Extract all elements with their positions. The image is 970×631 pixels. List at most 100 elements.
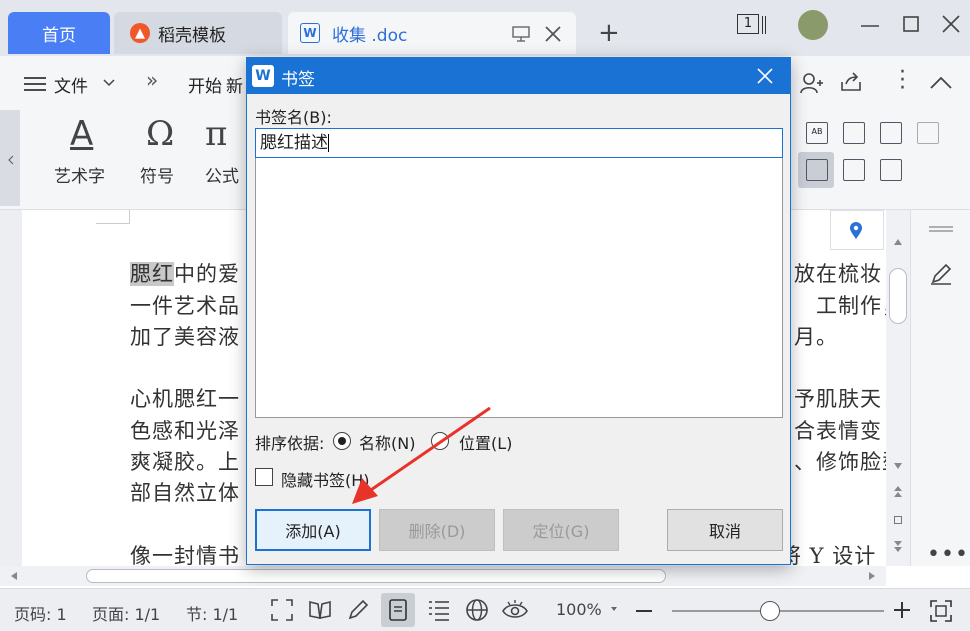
outline-view-icon[interactable] — [428, 599, 450, 621]
hamburger-menu-icon[interactable] — [24, 76, 46, 92]
vertical-scroll-thumb[interactable] — [889, 268, 907, 324]
pane-handle-icon[interactable] — [929, 225, 953, 233]
zoom-slider-knob[interactable] — [760, 601, 780, 621]
more-options-icon[interactable]: · · · — [899, 62, 906, 100]
location-pin-icon — [850, 222, 862, 239]
tab-home[interactable]: 首页 — [8, 12, 110, 54]
more-pane-icon[interactable]: ••• — [927, 542, 969, 567]
eye-protection-icon[interactable] — [502, 598, 528, 622]
add-button[interactable]: 添加(A) — [255, 509, 371, 551]
scroll-left-icon[interactable] — [10, 571, 18, 581]
menu-more[interactable]: » — [146, 68, 158, 92]
document-left-gutter — [0, 210, 22, 566]
doc-line-right: 将 Y 设计 — [780, 544, 877, 566]
multi-window-icon — [762, 16, 766, 34]
vertical-scrollbar[interactable] — [886, 210, 910, 566]
collapse-ribbon-icon[interactable] — [930, 76, 952, 90]
bookmark-name-input[interactable]: 腮红描述 — [255, 128, 783, 158]
doc-line-left: 像一封情书 — [130, 544, 240, 566]
undo-field-icon[interactable] — [843, 159, 865, 181]
bookmark-list[interactable] — [255, 158, 783, 418]
delete-button[interactable]: 删除(D) — [379, 509, 495, 551]
ribbon-formula[interactable]: 公式 — [205, 162, 239, 187]
chevron-left-icon — [8, 155, 14, 165]
fit-window-icon[interactable] — [930, 600, 952, 622]
frame-icon[interactable] — [806, 159, 828, 181]
lock-field-icon[interactable] — [880, 159, 902, 181]
prev-page-icon[interactable] — [893, 485, 903, 499]
status-bar: 页码: 1 页面: 1/1 节: 1/1 100% — [0, 588, 970, 631]
scroll-down-icon[interactable] — [893, 462, 903, 470]
page-view-icon[interactable] — [388, 599, 408, 621]
highlighted-text: 腮红 — [130, 262, 174, 286]
pen-icon[interactable] — [929, 262, 953, 286]
close-window-icon[interactable] — [942, 15, 960, 33]
doc-line-left: 中的爱 — [174, 262, 240, 286]
select-browse-icon[interactable] — [894, 516, 902, 524]
zoom-level[interactable]: 100% — [556, 600, 602, 619]
add-user-icon[interactable] — [800, 72, 824, 94]
menu-file[interactable]: 文件 — [54, 72, 88, 97]
daoke-logo-icon: ▲ — [130, 23, 150, 43]
sort-label: 排序依据: — [255, 434, 325, 453]
doc-line-right: 工制作， — [816, 294, 886, 318]
cancel-button[interactable]: 取消 — [667, 509, 783, 551]
dialog-close-icon[interactable] — [757, 68, 773, 84]
edit-pen-icon[interactable] — [346, 598, 370, 622]
wordart-icon[interactable]: A — [70, 114, 93, 154]
read-mode-icon[interactable] — [308, 598, 332, 622]
status-section[interactable]: 节: 1/1 — [186, 601, 238, 625]
annotation-arrow-icon — [352, 406, 491, 504]
doc-line-right: 予肌肤天 — [794, 387, 882, 411]
scroll-up-icon[interactable] — [893, 238, 903, 246]
fullscreen-icon[interactable] — [270, 598, 294, 622]
maximize-icon[interactable] — [903, 16, 919, 32]
minimize-icon[interactable] — [861, 24, 879, 28]
web-view-icon[interactable] — [465, 598, 489, 622]
menu-new[interactable]: 新 — [226, 72, 243, 97]
horizontal-scroll-thumb[interactable] — [86, 569, 666, 583]
doc-line-left: 部自然立体 — [130, 481, 240, 505]
horizontal-scrollbar[interactable] — [0, 566, 886, 586]
doc-line-left: 色感和光泽 — [130, 419, 240, 443]
zoom-out-icon[interactable] — [636, 609, 652, 613]
dialog-title-bar[interactable]: W 书签 — [247, 58, 790, 94]
checkbox-field-icon[interactable] — [843, 122, 865, 144]
list-field-icon[interactable] — [880, 122, 902, 144]
tab-template[interactable]: ▲ 稻壳模板 — [114, 12, 282, 54]
zoom-in-icon[interactable] — [894, 602, 910, 618]
locate-button[interactable]: 定位(G) — [503, 509, 619, 551]
bookmark-dialog: W 书签 书签名(B): 腮红描述 排序依据: 名称(N) 位置(L) 隐藏书签… — [246, 57, 791, 565]
tab-document[interactable]: W 收集 .doc — [288, 12, 576, 54]
chevron-down-icon[interactable] — [103, 79, 115, 87]
writer-doc-icon: W — [300, 23, 320, 43]
next-page-icon[interactable] — [893, 540, 903, 554]
margin-corner-mark — [96, 210, 130, 224]
close-tab-icon[interactable] — [544, 25, 562, 43]
menu-start[interactable]: 开始 — [188, 72, 222, 97]
scroll-right-icon[interactable] — [868, 571, 876, 581]
text-field-icon[interactable]: AB — [806, 122, 828, 144]
zoom-dropdown-icon[interactable] — [610, 606, 618, 612]
monitor-icon[interactable] — [512, 26, 530, 42]
share-icon[interactable] — [840, 72, 862, 92]
window-count-badge[interactable]: 1 — [737, 14, 759, 34]
text-caret — [328, 134, 329, 152]
formula-pi-icon[interactable]: π — [205, 114, 227, 154]
symbol-omega-icon[interactable]: Ω — [146, 114, 174, 154]
doc-line-left: 一件艺术品 — [130, 294, 240, 318]
status-page[interactable]: 页面: 1/1 — [92, 601, 160, 625]
doc-line-left: 加了美容液 — [130, 325, 240, 349]
ribbon-wordart[interactable]: 艺术字 — [54, 162, 105, 187]
bookmark-name-label: 书签名(B): — [255, 108, 332, 127]
doc-line-right: 合表情变 — [794, 419, 882, 443]
new-tab-button[interactable]: + — [598, 18, 620, 48]
doc-line-left: 心机腮红一 — [130, 387, 240, 411]
avatar[interactable] — [798, 10, 828, 40]
tab-document-label: 收集 .doc — [332, 25, 408, 46]
image-field-icon[interactable] — [917, 122, 939, 144]
doc-line-right: 放在梳妆 — [794, 262, 882, 286]
hidden-bookmarks-checkbox[interactable] — [255, 468, 273, 486]
status-page-number[interactable]: 页码: 1 — [14, 601, 67, 625]
ribbon-symbol[interactable]: 符号 — [140, 162, 174, 187]
